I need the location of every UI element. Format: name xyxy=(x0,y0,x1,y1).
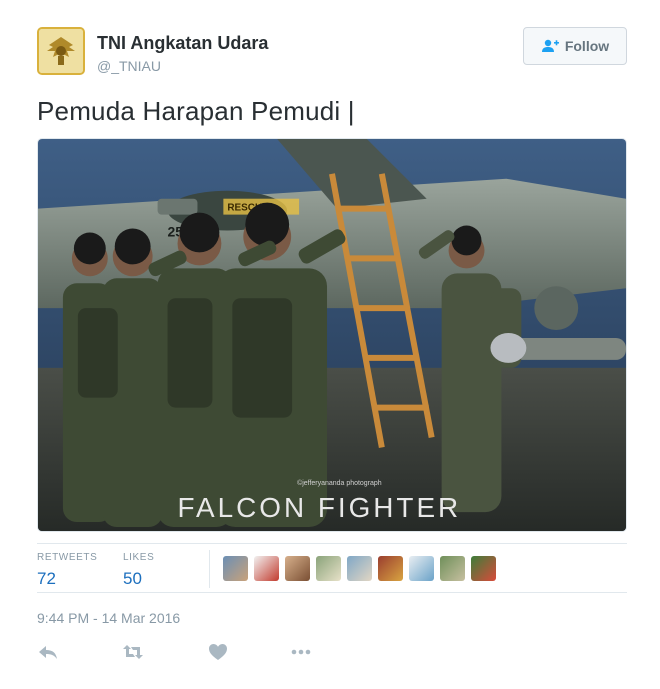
likes-count: 50 xyxy=(123,569,142,588)
liker-avatar[interactable] xyxy=(254,556,279,581)
account-name[interactable]: TNI Angkatan Udara xyxy=(97,33,268,54)
account-handle[interactable]: @_TNIAU xyxy=(97,58,161,74)
tweet-stats: RETWEETS 72 LIKES 50 xyxy=(37,543,627,593)
follow-button[interactable]: Follow xyxy=(523,27,627,65)
more-button[interactable] xyxy=(290,641,312,663)
retweet-icon xyxy=(123,645,143,659)
tweet-photo[interactable]: RESCUE 25 ©jefferyananda photograph FALC… xyxy=(37,138,627,532)
follow-button-label: Follow xyxy=(564,38,610,54)
liker-avatars xyxy=(223,556,496,581)
photo-title: FALCON FIGHTER xyxy=(178,492,462,523)
more-icon xyxy=(291,649,311,655)
falcon-fighter-image: RESCUE 25 ©jefferyananda photograph FALC… xyxy=(38,139,626,531)
retweets-count: 72 xyxy=(37,569,56,588)
liker-avatar[interactable] xyxy=(378,556,403,581)
tweet-timestamp[interactable]: 9:44 PM - 14 Mar 2016 xyxy=(37,610,180,626)
liker-avatar[interactable] xyxy=(285,556,310,581)
reply-button[interactable] xyxy=(37,641,59,663)
retweets-label: RETWEETS xyxy=(37,552,98,563)
liker-avatar[interactable] xyxy=(316,556,341,581)
tweet-actions xyxy=(37,641,337,665)
avatar[interactable] xyxy=(37,27,85,75)
stats-divider xyxy=(209,550,210,588)
retweets-stat[interactable]: RETWEETS 72 xyxy=(37,552,97,589)
liker-avatar[interactable] xyxy=(347,556,372,581)
retweet-button[interactable] xyxy=(122,641,144,663)
reply-icon xyxy=(39,646,57,659)
likes-stat[interactable]: LIKES 50 xyxy=(123,552,154,589)
tniau-emblem-icon xyxy=(39,29,83,73)
tweet-header: TNI Angkatan Udara @_TNIAU Follow xyxy=(37,27,627,77)
like-icon xyxy=(209,644,227,660)
liker-avatar[interactable] xyxy=(440,556,465,581)
likes-label: LIKES xyxy=(123,552,155,563)
liker-avatar[interactable] xyxy=(409,556,434,581)
liker-avatar[interactable] xyxy=(223,556,248,581)
liker-avatar[interactable] xyxy=(471,556,496,581)
add-user-icon xyxy=(541,39,559,52)
tweet-text: Pemuda Harapan Pemudi | xyxy=(37,96,355,126)
photo-credit: ©jefferyananda photograph xyxy=(297,479,382,487)
like-button[interactable] xyxy=(207,641,229,663)
